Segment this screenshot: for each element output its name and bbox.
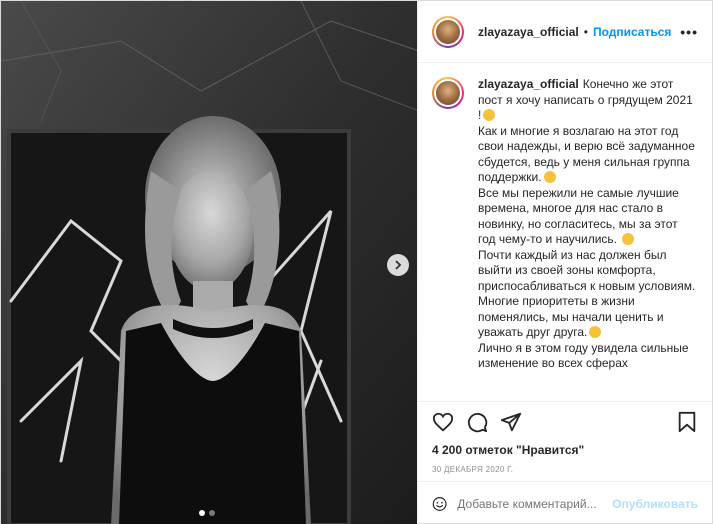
post-photo[interactable]: [1, 1, 417, 524]
caption-line: Лично я в этом году увидела сильные изме…: [478, 340, 689, 371]
smiley-icon: [622, 233, 635, 245]
like-button[interactable]: [430, 409, 456, 435]
caption-username[interactable]: zlayazaya_official: [478, 77, 579, 91]
caption-line: Как и многие я возлагаю на этот год свои…: [478, 123, 695, 185]
caption-line: Почти каждый из нас должен был выйти из …: [478, 247, 696, 293]
next-photo-button[interactable]: [387, 254, 409, 276]
save-button[interactable]: [674, 409, 700, 435]
follow-button[interactable]: Подписаться: [593, 25, 671, 39]
hands-icon: [589, 326, 602, 338]
carousel-dot: [209, 510, 215, 516]
heart-icon: [432, 412, 454, 431]
post-comment-button[interactable]: Опубликовать: [612, 497, 698, 511]
more-options-button[interactable]: •••: [680, 24, 698, 40]
caption-avatar[interactable]: [432, 77, 464, 109]
share-button[interactable]: [498, 409, 524, 435]
carousel-dot-active: [199, 510, 205, 516]
caption-text: zlayazaya_official Конечно же этот пост я…: [478, 77, 698, 401]
carousel-indicator: [199, 510, 215, 516]
post-header: zlayazaya_official • Подписаться •••: [418, 1, 712, 63]
post-sidebar: zlayazaya_official • Подписаться ••• zla…: [417, 1, 712, 524]
likes-count[interactable]: 4 200 отметок "Нравится": [418, 441, 712, 459]
comment-button[interactable]: [464, 409, 490, 435]
caption-line: Многие приоритеты в жизни поменялись, мы…: [478, 294, 664, 339]
chevron-right-icon: [395, 260, 402, 270]
avatar[interactable]: [432, 15, 464, 48]
action-bar: [418, 401, 712, 441]
header-username[interactable]: zlayazaya_official: [478, 25, 579, 39]
post-modal: zlayazaya_official • Подписаться ••• zla…: [0, 0, 713, 524]
comment-form: Опубликовать: [418, 481, 712, 524]
post-date: 30 ДЕКАБРЯ 2020 Г.: [432, 465, 514, 474]
comment-input[interactable]: [457, 496, 613, 511]
caption-line: Все мы пережили не самые лучшие времена,…: [478, 185, 679, 247]
header-separator: •: [583, 24, 588, 39]
paper-plane-icon: [500, 412, 522, 431]
smiley-icon: [543, 171, 556, 183]
smiley-icon[interactable]: [432, 493, 447, 515]
smiley-icon: [483, 109, 496, 121]
photo-illustration: [1, 1, 417, 524]
caption-area[interactable]: zlayazaya_official Конечно же этот пост я…: [418, 63, 712, 401]
comment-icon: [468, 412, 488, 432]
bookmark-icon: [678, 411, 696, 432]
